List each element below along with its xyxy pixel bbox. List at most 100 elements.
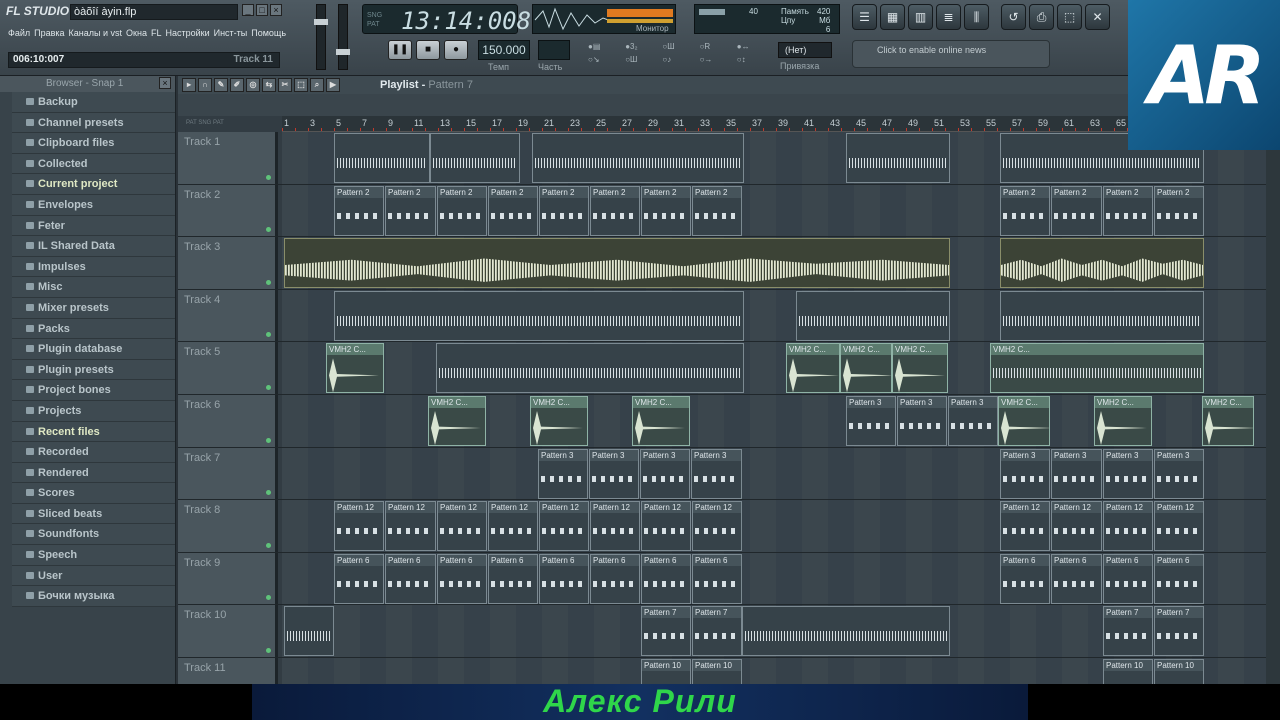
playlist-clip[interactable]: Pattern 7 xyxy=(692,606,742,657)
playlist-clip[interactable]: Pattern 12 xyxy=(590,501,640,552)
menu-icon[interactable]: ▸ xyxy=(182,78,196,92)
browser-item[interactable]: Misc xyxy=(12,277,175,298)
browser-item[interactable]: User xyxy=(12,565,175,587)
close-icon[interactable]: × xyxy=(270,4,282,16)
playlist-clip[interactable]: Pattern 7 xyxy=(641,606,691,657)
track-active-icon[interactable] xyxy=(266,542,271,548)
track-header[interactable]: Track 7 xyxy=(178,447,278,500)
browser-item[interactable]: Collected xyxy=(12,153,175,175)
playlist-clip[interactable]: Pattern 3 xyxy=(538,448,588,499)
track-active-icon[interactable] xyxy=(266,227,271,233)
playlist-clip[interactable]: VMH2 C... xyxy=(428,396,486,446)
news-panel[interactable]: Click to enable online news xyxy=(852,40,1050,68)
playlist-clip[interactable]: Pattern 3 xyxy=(1000,448,1050,499)
pencil-icon[interactable]: ✎ xyxy=(214,78,228,92)
track-header[interactable]: Track 4 xyxy=(178,289,278,342)
stop-button[interactable]: ■ xyxy=(416,40,440,60)
playlist-clip[interactable]: Pattern 6 xyxy=(1051,553,1102,604)
maximize-icon[interactable]: □ xyxy=(256,4,268,16)
playlist-clip[interactable]: VMH2 C... xyxy=(530,396,588,446)
track-header[interactable]: Track 6 xyxy=(178,395,278,447)
playlist-clip[interactable]: Pattern 6 xyxy=(385,553,436,604)
playlist-clip[interactable] xyxy=(846,133,950,183)
toggle-overdub-icon[interactable]: ○→ xyxy=(700,55,737,64)
close-icon[interactable]: × xyxy=(159,77,171,89)
playlist-pattern[interactable]: Pattern 7 xyxy=(428,79,473,91)
tools-icon[interactable]: ✕ xyxy=(1085,4,1110,30)
browser-icon[interactable]: ≣ xyxy=(936,4,961,30)
playlist-clip[interactable]: VMH2 C... xyxy=(1094,396,1152,446)
browser-item[interactable]: Mixer presets xyxy=(12,297,175,319)
playlist-clip[interactable]: Pattern 6 xyxy=(1000,553,1050,604)
track-header[interactable]: Track 5 xyxy=(178,342,278,394)
toggle-typing-icon[interactable]: ●▤ xyxy=(588,42,625,51)
browser-item[interactable]: Current project xyxy=(12,174,175,195)
track-header[interactable]: Track 9 xyxy=(178,552,278,605)
playlist-clip[interactable] xyxy=(796,290,950,341)
browser-item[interactable]: Impulses xyxy=(12,256,175,278)
track-active-icon[interactable] xyxy=(266,437,271,443)
playlist-clip[interactable]: Pattern 6 xyxy=(539,553,589,604)
playlist-clip[interactable] xyxy=(1000,290,1204,341)
playlist-clip[interactable]: VMH2 C... xyxy=(1202,396,1254,446)
playlist-clip[interactable]: Pattern 3 xyxy=(1103,448,1153,499)
menu-settings[interactable]: Настройки xyxy=(165,28,209,38)
track-lane[interactable]: Pattern 2 Pattern 2 Pattern 2 Pattern 2 Patt… xyxy=(282,184,1268,237)
playlist-clip[interactable]: Pattern 2 xyxy=(641,185,691,236)
select-icon[interactable]: ⬚ xyxy=(294,78,308,92)
playlist-clip[interactable]: Pattern 2 xyxy=(334,185,384,236)
playlist-clip[interactable]: Pattern 12 xyxy=(1154,501,1204,552)
playlist-clip[interactable]: VMH2 C... xyxy=(632,396,690,446)
track-active-icon[interactable] xyxy=(266,279,271,285)
track-active-icon[interactable] xyxy=(266,174,271,180)
playlist-clip[interactable]: Pattern 12 xyxy=(334,501,384,552)
playlist-clip[interactable]: VMH2 C... xyxy=(840,343,892,394)
browser-item[interactable]: Speech xyxy=(12,545,175,566)
mixer-icon[interactable]: ⫼ xyxy=(964,4,989,30)
toggle-record-icon[interactable]: ○R xyxy=(700,42,737,51)
browser-item[interactable]: Recorded xyxy=(12,442,175,463)
master-pitch-slider[interactable] xyxy=(336,4,350,70)
playlist-clip[interactable]: Pattern 3 xyxy=(1154,448,1204,499)
playlist-clip[interactable]: Pattern 3 xyxy=(1051,448,1102,499)
vertical-scrollbar[interactable] xyxy=(1266,150,1280,684)
export-icon[interactable]: ⬚ xyxy=(1057,4,1082,30)
track-active-icon[interactable] xyxy=(266,332,271,338)
brush-icon[interactable]: ✐ xyxy=(230,78,244,92)
playlist-clip[interactable]: Pattern 6 xyxy=(334,553,384,604)
toggle-loop-icon[interactable]: ●↔ xyxy=(737,42,774,51)
browser-item[interactable]: Sliced beats xyxy=(12,503,175,525)
step-sequencer-icon[interactable]: ▦ xyxy=(880,4,905,30)
menu-windows[interactable]: Окна xyxy=(126,28,147,38)
save-icon[interactable]: ⎙ xyxy=(1029,4,1054,30)
track-active-icon[interactable] xyxy=(266,595,271,601)
mute-icon[interactable]: ◎ xyxy=(246,78,260,92)
track-active-icon[interactable] xyxy=(266,384,271,390)
browser-item[interactable]: Packs xyxy=(12,318,175,340)
menu-tools[interactable]: Инст-ты xyxy=(214,28,248,38)
playlist-clip[interactable]: Pattern 6 xyxy=(1103,553,1153,604)
playlist-clip[interactable]: Pattern 6 xyxy=(641,553,691,604)
minimize-icon[interactable]: _ xyxy=(242,4,254,16)
browser-item[interactable]: Scores xyxy=(12,483,175,504)
play-icon[interactable]: ▶ xyxy=(326,78,340,92)
pause-button[interactable]: ❚❚ xyxy=(388,40,412,60)
track-active-icon[interactable] xyxy=(266,490,271,496)
slice-icon[interactable]: ✂ xyxy=(278,78,292,92)
zoom-icon[interactable]: ⌕ xyxy=(310,78,324,92)
playlist-clip[interactable]: Pattern 6 xyxy=(692,553,742,604)
browser-item[interactable]: Project bones xyxy=(12,380,175,401)
playlist-clip[interactable] xyxy=(284,238,950,289)
playlist-clip[interactable]: Pattern 3 xyxy=(846,396,896,446)
playlist-clip[interactable]: Pattern 6 xyxy=(488,553,538,604)
playlist-icon[interactable]: ☰ xyxy=(852,4,877,30)
playlist-clip[interactable] xyxy=(532,133,744,183)
playlist-clip[interactable] xyxy=(334,133,430,183)
part-display[interactable] xyxy=(538,40,570,60)
menu-file[interactable]: Файл xyxy=(8,28,30,38)
toggle-count-icon[interactable]: ●3₂ xyxy=(625,42,662,51)
browser-item[interactable]: Plugin presets xyxy=(12,359,175,381)
menu-fl[interactable]: FL xyxy=(151,28,162,38)
browser-item[interactable]: Recent files xyxy=(12,421,175,443)
browser-item[interactable]: Channel presets xyxy=(12,112,175,134)
